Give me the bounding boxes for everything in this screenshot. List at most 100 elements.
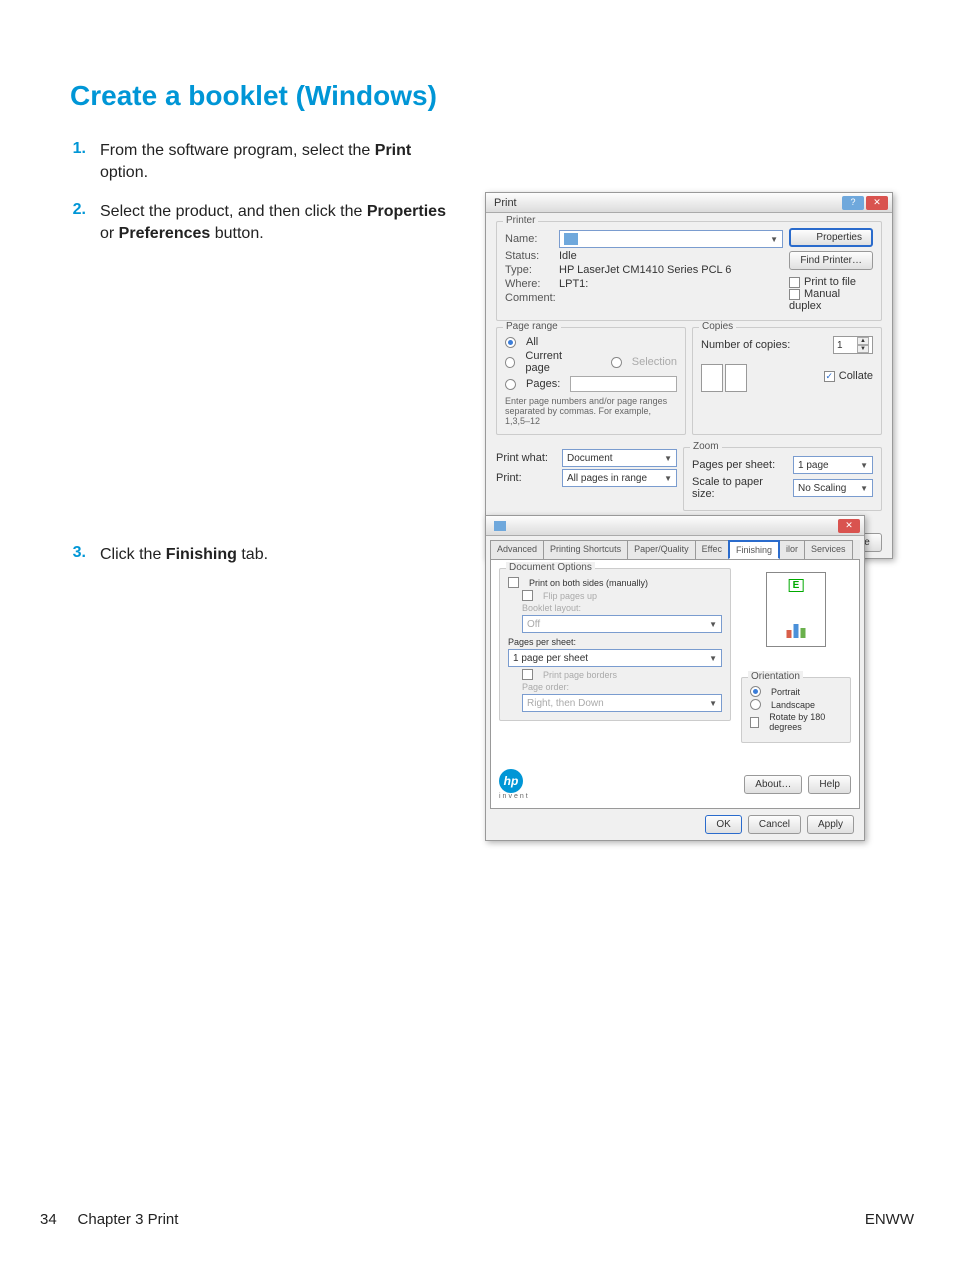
hp-tagline: invent <box>499 793 530 800</box>
tab-paper-quality[interactable]: Paper/Quality <box>627 540 696 559</box>
step-number: 1. <box>70 140 100 158</box>
portrait-label: Portrait <box>771 687 800 697</box>
copies-group: Copies Number of copies: 1 ▲▼ <box>692 327 882 435</box>
chevron-down-icon: ▼ <box>709 654 717 663</box>
where-value: LPT1: <box>559 278 588 290</box>
group-legend: Orientation <box>748 671 803 682</box>
collate-icon <box>701 364 747 392</box>
print-dialog: Print ? ✕ Printer Name: <box>485 192 893 559</box>
printer-name-combo[interactable]: ▼ <box>559 230 783 248</box>
properties-button[interactable]: Properties <box>789 228 873 247</box>
chevron-down-icon: ▼ <box>709 620 717 629</box>
portrait-radio[interactable] <box>750 686 761 697</box>
step-number: 3. <box>70 544 100 562</box>
status-label: Status: <box>505 250 553 262</box>
step-1: 1. From the software program, select the… <box>70 140 894 183</box>
num-copies-input[interactable]: 1 ▲▼ <box>833 336 873 354</box>
dialog-title: Print <box>494 197 517 209</box>
ok-button[interactable]: OK <box>705 815 741 834</box>
flip-pages-up-label: Flip pages up <box>543 591 597 601</box>
close-icon[interactable]: ✕ <box>866 196 888 210</box>
pages-hint: Enter page numbers and/or page ranges se… <box>505 396 677 426</box>
help-icon[interactable]: ? <box>842 196 864 210</box>
print-range-value: All pages in range <box>567 473 647 484</box>
spinner-up-icon[interactable]: ▲ <box>857 337 869 345</box>
selection-radio <box>611 357 621 368</box>
print-page-borders-label: Print page borders <box>543 670 617 680</box>
rotate-label: Rotate by 180 degrees <box>769 712 842 732</box>
page-heading: Create a booklet (Windows) <box>70 80 894 112</box>
collate-checkbox[interactable] <box>824 371 835 382</box>
booklet-layout-combo: Off ▼ <box>522 615 722 633</box>
apply-button[interactable]: Apply <box>807 815 854 834</box>
scale-label: Scale to paper size: <box>692 476 787 500</box>
chevron-down-icon: ▼ <box>860 484 868 493</box>
group-legend: Zoom <box>690 441 722 452</box>
chevron-down-icon: ▼ <box>709 699 717 708</box>
pages-input[interactable] <box>570 376 677 392</box>
page-number: 34 <box>40 1211 57 1228</box>
all-radio[interactable] <box>505 337 516 348</box>
scale-combo[interactable]: No Scaling▼ <box>793 479 873 497</box>
orientation-group: Orientation Portrait Landscape Rotate by… <box>741 677 851 743</box>
tab-printing-shortcuts[interactable]: Printing Shortcuts <box>543 540 628 559</box>
e-mark-icon: E <box>789 579 804 592</box>
print-to-file-label: Print to file <box>804 276 856 288</box>
tabs-bar: Advanced Printing Shortcuts Paper/Qualit… <box>490 540 860 560</box>
help-button[interactable]: Help <box>808 775 851 794</box>
zoom-pps-combo[interactable]: 1 page ▼ <box>793 456 873 474</box>
current-page-radio[interactable] <box>505 357 515 368</box>
type-value: HP LaserJet CM1410 Series PCL 6 <box>559 264 731 276</box>
print-what-combo[interactable]: Document▼ <box>562 449 677 467</box>
tab-advanced[interactable]: Advanced <box>490 540 544 559</box>
print-to-file-checkbox[interactable] <box>789 277 800 288</box>
tab-finishing[interactable]: Finishing <box>728 540 780 559</box>
page-range-group: Page range All Current page Selection Pa… <box>496 327 686 435</box>
pages-radio[interactable] <box>505 379 516 390</box>
print-range-label: Print: <box>496 472 556 484</box>
zoom-pps-label: Pages per sheet: <box>692 459 787 471</box>
page-footer: 34 Chapter 3 Print ENWW <box>40 1211 914 1228</box>
print-both-sides-checkbox[interactable] <box>508 577 519 588</box>
manual-duplex-checkbox[interactable] <box>789 289 800 300</box>
tab-services[interactable]: Services <box>804 540 853 559</box>
landscape-label: Landscape <box>771 700 815 710</box>
pps-value: 1 page per sheet <box>513 653 588 664</box>
all-label: All <box>526 336 538 348</box>
cancel-button[interactable]: Cancel <box>748 815 801 834</box>
page-order-value: Right, then Down <box>527 698 604 709</box>
zoom-pps-value: 1 page <box>798 460 829 471</box>
page-order-combo: Right, then Down ▼ <box>522 694 722 712</box>
tab-color[interactable]: ilor <box>779 540 805 559</box>
document-options-group: Document Options Print on both sides (ma… <box>499 568 731 721</box>
print-what-value: Document <box>567 453 613 464</box>
collate-label: Collate <box>839 370 873 382</box>
tab-effects[interactable]: Effec <box>695 540 729 559</box>
print-range-combo[interactable]: All pages in range▼ <box>562 469 677 487</box>
dialog-titlebar[interactable]: ✕ <box>486 516 864 536</box>
close-icon[interactable]: ✕ <box>838 519 860 533</box>
page-preview: E <box>766 572 826 647</box>
find-printer-button[interactable]: Find Printer… <box>789 251 873 270</box>
landscape-radio[interactable] <box>750 699 761 710</box>
rotate-checkbox[interactable] <box>750 717 759 728</box>
zoom-group: Zoom Pages per sheet: 1 page▼ Scale to p… <box>683 447 882 511</box>
dialog-titlebar[interactable]: Print ? ✕ <box>486 193 892 213</box>
group-legend: Copies <box>699 321 736 332</box>
num-copies-value: 1 <box>837 340 843 351</box>
booklet-value: Off <box>527 619 540 630</box>
current-page-label: Current page <box>525 350 585 374</box>
chevron-down-icon: ▼ <box>860 461 868 470</box>
hp-logo-icon: hp <box>499 769 523 793</box>
group-legend: Page range <box>503 321 561 332</box>
spinner-down-icon[interactable]: ▼ <box>857 345 869 353</box>
pages-label: Pages: <box>526 378 560 390</box>
where-label: Where: <box>505 278 553 290</box>
pps-combo[interactable]: 1 page per sheet ▼ <box>508 649 722 667</box>
print-page-borders-checkbox <box>522 669 533 680</box>
step-text: From the software program, select the Pr… <box>100 140 450 183</box>
about-button[interactable]: About… <box>744 775 802 794</box>
printer-group: Printer Name: ▼ Status:Idl <box>496 221 882 321</box>
pps-label: Pages per sheet: <box>508 637 576 647</box>
chapter-label: Chapter 3 Print <box>78 1211 179 1228</box>
